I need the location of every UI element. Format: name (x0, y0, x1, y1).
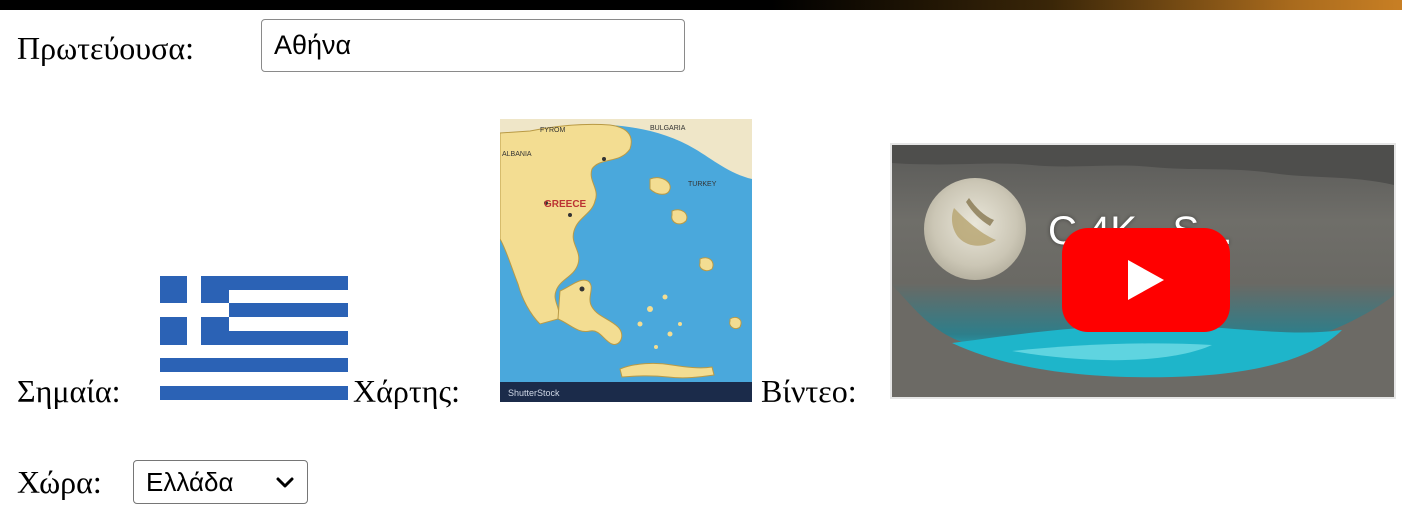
map-label: Χάρτης: (353, 373, 460, 409)
map-place-label: ALBANIA (502, 151, 532, 158)
youtube-video-embed[interactable]: C 4K - S... (890, 143, 1396, 399)
greek-flag-image (160, 276, 348, 400)
page: Πρωτεύουσα: Σημαία: Χάρτης: (0, 0, 1402, 516)
chevron-down-icon (276, 477, 294, 488)
map-place-label: FYROM (540, 127, 566, 134)
map-footer-bar: ShutterStock (500, 382, 752, 402)
capital-label: Πρωτεύουσα: (17, 30, 195, 66)
capital-input[interactable] (261, 19, 685, 72)
video-label: Βίντεο: (761, 373, 857, 409)
map-place-label: TURKEY (688, 181, 717, 188)
map-brand: ShutterStock (508, 388, 560, 398)
country-select-value: Ελλάδα (146, 467, 234, 497)
flag-label: Σημαία: (17, 373, 121, 409)
country-select[interactable]: Ελλάδα (133, 460, 308, 504)
top-accent-bar (0, 0, 1402, 10)
play-icon (1128, 260, 1164, 300)
map-place-label: BULGARIA (650, 125, 686, 132)
map-country-name: GREECE (544, 199, 587, 210)
channel-avatar[interactable] (924, 178, 1026, 280)
play-button[interactable] (1062, 228, 1230, 332)
country-label: Χώρα: (17, 464, 102, 500)
greece-map-image: GREECE FYROM TURKEY ALBANIA BULGARIA Shu… (500, 119, 752, 402)
